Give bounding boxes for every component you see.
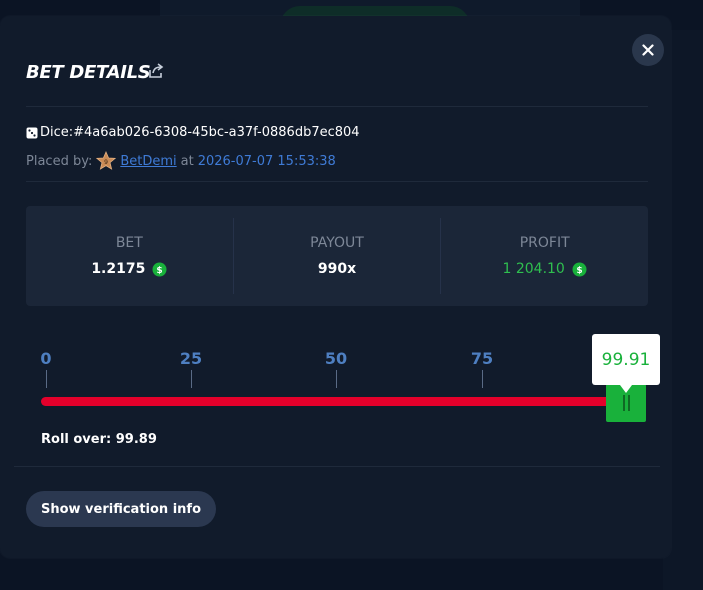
currency-coin-icon: $ xyxy=(152,262,167,276)
stat-label: PAYOUT xyxy=(310,235,364,251)
roll-over-value: 99.89 xyxy=(115,432,157,447)
rank-star-icon: 9 xyxy=(96,151,117,170)
divider xyxy=(26,106,648,107)
slider-tick-0: 0 xyxy=(40,349,52,368)
placed-by-line: Placed by: 9 BetDemi at 2026-07-07 15:53… xyxy=(26,151,336,171)
share-icon[interactable] xyxy=(147,62,165,80)
profit-amount: 1 204.10 xyxy=(502,261,565,277)
slider-tick-50: 50 xyxy=(324,349,348,368)
divider xyxy=(26,181,648,182)
tick-mark xyxy=(191,370,192,388)
divider xyxy=(14,466,660,467)
handle-grip xyxy=(622,395,625,411)
stat-value: 1 204.10 $ xyxy=(503,261,587,277)
roll-over-line: Roll over: 99.89 xyxy=(41,432,157,447)
username-link[interactable]: BetDemi xyxy=(120,154,176,169)
slider-tick-25: 25 xyxy=(179,349,203,368)
dice-icon xyxy=(26,127,38,138)
bet-amount: 1.2175 xyxy=(91,261,146,277)
bet-details-modal: BET DETAILS Dice:#4a6ab026-6308-45bc-a37… xyxy=(0,16,671,558)
svg-text:$: $ xyxy=(576,266,582,276)
modal-title: BET DETAILS xyxy=(26,62,151,83)
close-button[interactable] xyxy=(632,34,664,66)
roll-over-label: Roll over: xyxy=(41,432,112,447)
payout-multiplier: 990x xyxy=(317,261,357,277)
at-label: at xyxy=(180,153,194,169)
stat-label: BET xyxy=(115,235,143,251)
close-icon xyxy=(642,44,654,56)
bet-id-line: Dice:#4a6ab026-6308-45bc-a37f-0886db7ec8… xyxy=(26,125,360,140)
tick-mark xyxy=(336,370,337,388)
stat-value: 1.2175 $ xyxy=(91,261,167,277)
stat-value: 990x xyxy=(318,261,356,277)
currency-coin-icon: $ xyxy=(572,262,587,276)
handle-grip xyxy=(627,395,630,411)
stat-payout: PAYOUT 990x xyxy=(234,206,441,306)
slider-tick-75: 75 xyxy=(470,349,494,368)
stat-profit: PROFIT 1 204.10 $ xyxy=(441,206,648,306)
bet-timestamp: 2026-07-07 15:53:38 xyxy=(197,153,336,169)
show-verification-button[interactable]: Show verification info xyxy=(26,491,216,527)
slider-track xyxy=(41,397,621,406)
stat-label: PROFIT xyxy=(519,235,570,251)
svg-text:$: $ xyxy=(157,266,163,276)
bet-stats-panel: BET 1.2175 $ PAYOUT 990x PROFIT 1 204.10 xyxy=(26,206,648,306)
rank-number: 9 xyxy=(104,159,108,166)
placed-by-label: Placed by: xyxy=(26,153,93,169)
tick-mark xyxy=(46,370,47,388)
bet-id: Dice:#4a6ab026-6308-45bc-a37f-0886db7ec8… xyxy=(40,125,360,140)
stat-bet: BET 1.2175 $ xyxy=(26,206,233,306)
tick-mark xyxy=(482,370,483,388)
roll-result-value: 99.91 xyxy=(592,334,660,393)
